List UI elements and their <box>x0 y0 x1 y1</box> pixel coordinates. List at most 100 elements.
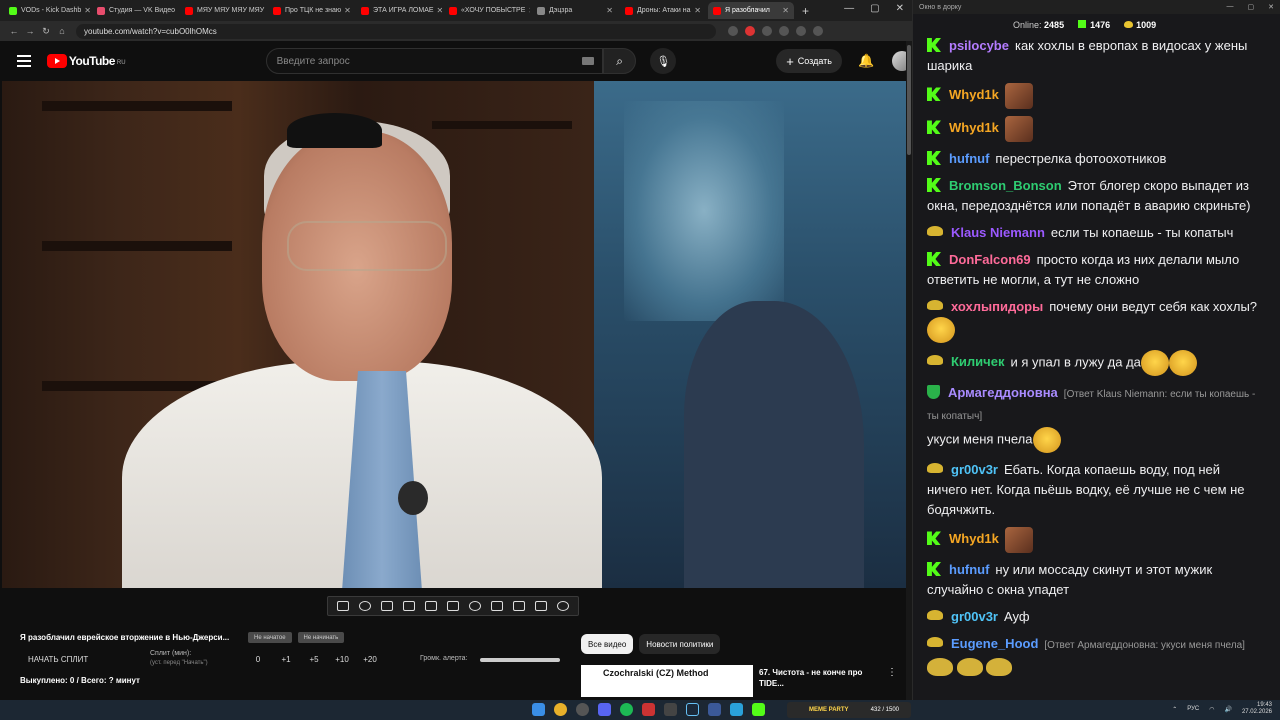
tab-close-icon[interactable]: ✕ <box>525 6 530 15</box>
reload-icon[interactable]: ↻ <box>38 26 54 37</box>
chat-username[interactable]: Bromson_Bonson <box>949 178 1062 193</box>
tab-close-icon[interactable]: ✕ <box>603 6 613 15</box>
film-icon[interactable] <box>403 601 415 611</box>
chat-messages[interactable]: psilocybe как хохлы в европах в видосах у… <box>913 36 1271 700</box>
status-pill[interactable]: Не начатое <box>248 632 292 643</box>
pip-icon[interactable] <box>425 601 437 611</box>
chat-username[interactable]: DonFalcon69 <box>949 252 1031 267</box>
speed-icon[interactable] <box>469 601 481 611</box>
browser-tab[interactable]: «ХОЧУ ПОБЫСТРЕ✕ <box>444 2 530 19</box>
gear-icon[interactable] <box>557 601 569 611</box>
minimize-icon[interactable]: — <box>844 3 854 14</box>
wifi-icon[interactable]: ◠ <box>1209 706 1214 713</box>
start-icon[interactable] <box>532 703 545 716</box>
bell-icon[interactable]: 🔔 <box>858 53 874 69</box>
split-value-button[interactable]: +20 <box>356 655 384 664</box>
obs-icon[interactable] <box>576 703 589 716</box>
chat-username[interactable]: Whyd1k <box>949 531 999 546</box>
app-icon[interactable] <box>642 703 655 716</box>
chat-username[interactable]: hufnuf <box>949 151 989 166</box>
browser-tab[interactable]: Студия — VK Видео✕ <box>92 2 178 19</box>
app-icon[interactable] <box>664 703 677 716</box>
video-player[interactable] <box>2 81 906 588</box>
loop-icon[interactable] <box>337 601 349 611</box>
youtube-logo[interactable]: YouTube RU <box>46 54 126 68</box>
meme-party-widget[interactable]: MEME PARTY 432 / 1500 <box>787 702 911 718</box>
chat-username[interactable]: Klaus Niemann <box>951 225 1045 240</box>
app-icon[interactable] <box>752 703 765 716</box>
extension-icon[interactable] <box>762 26 772 36</box>
tab-close-icon[interactable]: ✕ <box>81 6 90 15</box>
split-value-button[interactable]: +10 <box>328 655 356 664</box>
tab-close-icon[interactable]: ✕ <box>691 6 701 15</box>
status-pill[interactable]: Не начинать <box>297 632 345 643</box>
chevron-up-icon[interactable]: ⌃ <box>1172 706 1177 713</box>
rec-thumbnail[interactable]: Czochralski (CZ) Method <box>581 665 753 697</box>
chat-username[interactable]: хохлыпидоры <box>951 299 1043 314</box>
telegram-icon[interactable] <box>730 703 743 716</box>
close-icon[interactable]: ✕ <box>896 3 904 14</box>
forward-icon[interactable]: → <box>22 26 38 36</box>
minimize-icon[interactable]: — <box>1227 3 1234 11</box>
browser-tab[interactable]: Дроны: Атаки на ✕ <box>620 2 706 19</box>
chat-username[interactable]: gr00v3r <box>951 609 998 624</box>
chat-username[interactable]: Whyd1k <box>949 87 999 102</box>
maximize-icon[interactable]: ▢ <box>870 3 879 14</box>
chat-username[interactable]: Eugene_Hood <box>951 636 1038 651</box>
recommended-video[interactable]: Czochralski (CZ) Method 67. Чистота - не… <box>581 665 901 697</box>
browser-tab[interactable]: ЭТА ИГРА ЛОМАЕ ✕ <box>356 2 442 19</box>
add-clip-icon[interactable] <box>491 601 503 611</box>
browser-tab[interactable]: Я разоблачил ✕ <box>708 2 794 19</box>
rec-title[interactable]: 67. Чистота - не конче про TIDE... <box>759 667 873 689</box>
extension-icon[interactable] <box>745 26 755 36</box>
tab-close-icon[interactable]: ✕ <box>264 6 266 15</box>
back-icon[interactable]: ← <box>6 26 22 36</box>
spotify-icon[interactable] <box>620 703 633 716</box>
tab-close-icon[interactable]: ✕ <box>779 6 789 15</box>
chat-username[interactable]: Киличек <box>951 354 1004 369</box>
url-field[interactable]: youtube.com/watch?v=cubO0lhOMcs <box>76 23 716 39</box>
tab-close-icon[interactable]: ✕ <box>434 6 442 15</box>
browser-tab[interactable]: VODs - Kick Dashb ✕ <box>4 2 90 19</box>
close-icon[interactable]: ✕ <box>1268 3 1274 11</box>
video-settings-icon[interactable] <box>381 601 393 611</box>
extension-icon[interactable] <box>779 26 789 36</box>
split-value-button[interactable]: +5 <box>300 655 328 664</box>
menu-icon[interactable] <box>813 26 823 36</box>
chrome-icon[interactable] <box>554 703 567 716</box>
discord-icon[interactable] <box>598 703 611 716</box>
chip-all-videos[interactable]: Все видео <box>581 634 634 654</box>
home-icon[interactable]: ⌂ <box>54 26 70 36</box>
alert-volume-slider[interactable] <box>480 658 560 662</box>
chat-username[interactable]: hufnuf <box>949 562 989 577</box>
search-input[interactable]: Введите запрос <box>265 48 603 74</box>
extension-icon[interactable] <box>728 26 738 36</box>
chat-username[interactable]: gr00v3r <box>951 462 998 477</box>
steam-icon[interactable] <box>686 703 699 716</box>
chat-username[interactable]: psilocybe <box>949 38 1009 53</box>
maximize-icon[interactable]: ▢ <box>1248 3 1255 11</box>
split-value-button[interactable]: 0 <box>244 655 272 664</box>
app-icon[interactable] <box>708 703 721 716</box>
frames-icon[interactable] <box>447 601 459 611</box>
create-button[interactable]: + Создать <box>776 49 842 73</box>
chat-username[interactable]: Whyd1k <box>949 120 999 135</box>
profile-icon[interactable] <box>796 26 806 36</box>
menu-icon[interactable] <box>17 55 31 67</box>
clock[interactable]: 19:43 27.02.2026 <box>1242 702 1272 716</box>
flask-icon[interactable] <box>535 601 547 611</box>
browser-tab[interactable]: Про ТЦК не знаю ✕ <box>268 2 354 19</box>
new-tab-icon[interactable]: + <box>802 4 809 18</box>
split-value-button[interactable]: +1 <box>272 655 300 664</box>
search-button[interactable]: ⌕ <box>602 48 637 74</box>
browser-tab[interactable]: Дэцзра ✕ <box>532 2 618 19</box>
more-vert-icon[interactable]: ⋮ <box>887 667 897 678</box>
tab-close-icon[interactable]: ✕ <box>341 6 351 15</box>
audio-icon[interactable] <box>359 601 371 611</box>
tab-close-icon[interactable]: ✕ <box>175 6 178 15</box>
language-indicator[interactable]: РУС <box>1187 706 1199 712</box>
browser-tab[interactable]: МЯУ МЯУ МЯУ МЯУ✕ <box>180 2 266 19</box>
start-split-button[interactable]: НАЧАТЬ СПЛИТ <box>28 655 88 664</box>
keyboard-icon[interactable] <box>581 57 594 65</box>
chip-politics-news[interactable]: Новости политики <box>639 634 721 654</box>
